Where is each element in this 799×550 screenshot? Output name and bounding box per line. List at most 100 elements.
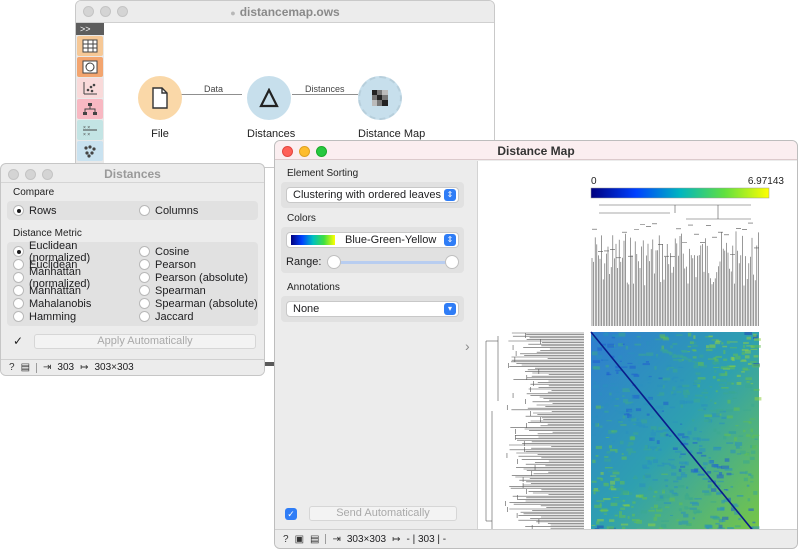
node-distance-map-circle[interactable]: [358, 76, 402, 120]
range-high-handle[interactable]: [445, 255, 459, 269]
send-automatically-button[interactable]: Send Automatically: [309, 506, 457, 521]
delta-icon: [259, 88, 279, 108]
radio-unchecked-icon[interactable]: [13, 298, 24, 309]
node-distances[interactable]: Distances: [247, 76, 295, 140]
chevron-updown-icon: ⇕: [444, 234, 456, 246]
report-icon[interactable]: ▤: [310, 534, 319, 545]
radio-unchecked-icon[interactable]: [139, 285, 150, 296]
save-image-icon[interactable]: ▣: [295, 534, 304, 545]
radio-unchecked-icon[interactable]: [139, 259, 150, 270]
output-icon: ↦: [392, 533, 401, 545]
distance-map-title: Distance Map: [497, 144, 575, 158]
status-output-size: - | 303 | -: [406, 533, 447, 545]
element-sorting-box: Clustering with ordered leaves ⇕: [281, 182, 464, 208]
link-data[interactable]: [175, 94, 242, 95]
metric-pearson-absolute-radio[interactable]: Pearson (absolute): [139, 271, 259, 284]
distance-metric-box: Euclidean (normalized) Cosine Euclidean …: [7, 240, 259, 326]
output-icon: ↦: [80, 362, 89, 373]
toolbox-data-table[interactable]: [77, 36, 103, 56]
radio-unchecked-icon[interactable]: [13, 311, 24, 322]
metric-spearman-radio[interactable]: Spearman: [139, 284, 259, 297]
element-sorting-label: Element Sorting: [287, 168, 359, 179]
toolbox-expand-button[interactable]: >>: [76, 23, 104, 35]
radio-unchecked-icon[interactable]: [139, 205, 150, 216]
node-distances-circle[interactable]: [247, 76, 291, 120]
canvas-titlebar[interactable]: ● distancemap.ows: [76, 1, 494, 23]
chevron-down-icon: ▾: [444, 303, 456, 315]
distance-map-visualization[interactable]: 0 6.97143: [478, 161, 798, 539]
radio-unchecked-icon[interactable]: [139, 311, 150, 322]
distance-heatmap[interactable]: [590, 331, 762, 539]
compare-box: Rows Columns: [7, 201, 258, 220]
metric-hamming-radio[interactable]: Hamming: [13, 310, 139, 323]
apply-automatically-button[interactable]: Apply Automatically: [34, 334, 256, 349]
radio-unchecked-icon[interactable]: [13, 272, 24, 283]
range-slider[interactable]: [327, 255, 459, 269]
compare-rows-radio[interactable]: Rows: [13, 204, 139, 217]
status-separator: [36, 362, 38, 373]
toolbox-distance-grid[interactable]: × × × ×: [77, 120, 103, 140]
toolbox-tree[interactable]: [77, 99, 103, 119]
metric-manhattan-normalized-radio[interactable]: Manhattan (normalized): [13, 266, 139, 290]
distance-metric-label: Distance Metric: [13, 228, 82, 239]
status-input-size: 303×303: [346, 533, 387, 545]
top-dendrogram[interactable]: [591, 204, 759, 326]
radio-checked-icon[interactable]: [13, 205, 24, 216]
metric-spearman-absolute-radio[interactable]: Spearman (absolute): [139, 297, 259, 310]
metric-euclidean-normalized-radio[interactable]: Euclidean (normalized): [13, 240, 139, 264]
distances-statusbar: ? ▤ ⇥ 303 ↦ 303×303: [1, 359, 264, 375]
distance-map-plot-area[interactable]: 0 6.97143: [477, 161, 798, 539]
element-sorting-group: Element Sorting Clustering with ordered …: [281, 164, 464, 208]
status-output-count: 303×303: [94, 362, 134, 373]
document-icon: ●: [230, 8, 236, 18]
radio-unchecked-icon[interactable]: [13, 259, 24, 270]
range-low-handle[interactable]: [327, 255, 342, 269]
distance-map-statusbar: ? ▣ ▤ ⇥ 303×303 ↦ - | 303 | -: [275, 529, 797, 548]
metric-jaccard-radio[interactable]: Jaccard: [139, 310, 259, 323]
collapse-panel-icon[interactable]: ›: [465, 338, 470, 354]
toolbox-cluster[interactable]: [77, 141, 103, 161]
range-slider-track: [331, 261, 455, 264]
file-icon: [152, 87, 168, 109]
input-icon: ⇥: [332, 533, 341, 545]
metric-pearson-radio[interactable]: Pearson: [139, 258, 259, 271]
compare-columns-radio[interactable]: Columns: [139, 204, 259, 217]
annotations-label: Annotations: [287, 282, 340, 293]
metric-mahalanobis-radio[interactable]: Mahalanobis: [13, 297, 139, 310]
status-separator: [325, 534, 327, 544]
node-file[interactable]: File: [138, 76, 182, 140]
radio-unchecked-icon[interactable]: [13, 285, 24, 296]
help-icon[interactable]: ?: [9, 362, 15, 373]
node-file-circle[interactable]: [138, 76, 182, 120]
distance-map-window: Distance Map Element Sorting Clustering …: [274, 140, 798, 549]
distances-title: Distances: [104, 167, 161, 181]
toolbox-transform[interactable]: [77, 57, 103, 77]
toolbox-scatter-plot[interactable]: [77, 78, 103, 98]
node-distance-map[interactable]: Distance Map: [358, 76, 426, 140]
node-distance-map-label: Distance Map: [358, 128, 426, 140]
help-icon[interactable]: ?: [283, 534, 289, 545]
distance-map-icon: [372, 90, 388, 106]
annotations-select[interactable]: None ▾: [286, 301, 459, 317]
send-automatically-checkbox[interactable]: ✓: [285, 507, 297, 520]
status-input-count: 303: [57, 362, 75, 373]
report-icon[interactable]: ▤: [21, 362, 30, 373]
colors-group: Colors Blue-Green-Yellow ⇕ Range:: [281, 209, 464, 273]
distance-map-titlebar[interactable]: Distance Map: [275, 141, 797, 160]
metric-manhattan-radio[interactable]: Manhattan: [13, 284, 139, 297]
radio-unchecked-icon[interactable]: [139, 246, 150, 257]
link-distances[interactable]: [292, 94, 358, 95]
color-palette-select[interactable]: Blue-Green-Yellow ⇕: [286, 232, 459, 248]
distances-titlebar[interactable]: Distances: [1, 164, 264, 183]
apply-automatically-checkbox[interactable]: ✓: [13, 335, 26, 348]
metric-cosine-radio[interactable]: Cosine: [139, 245, 259, 258]
radio-checked-icon[interactable]: [13, 246, 24, 257]
link-label-data: Data: [204, 84, 224, 94]
element-sorting-select[interactable]: Clustering with ordered leaves ⇕: [286, 187, 459, 203]
compare-label: Compare: [13, 187, 55, 198]
radio-unchecked-icon[interactable]: [139, 298, 150, 309]
radio-unchecked-icon[interactable]: [139, 272, 150, 283]
colors-label: Colors: [287, 213, 316, 224]
left-dendrogram[interactable]: [485, 332, 584, 539]
transform-icon: [82, 60, 98, 74]
